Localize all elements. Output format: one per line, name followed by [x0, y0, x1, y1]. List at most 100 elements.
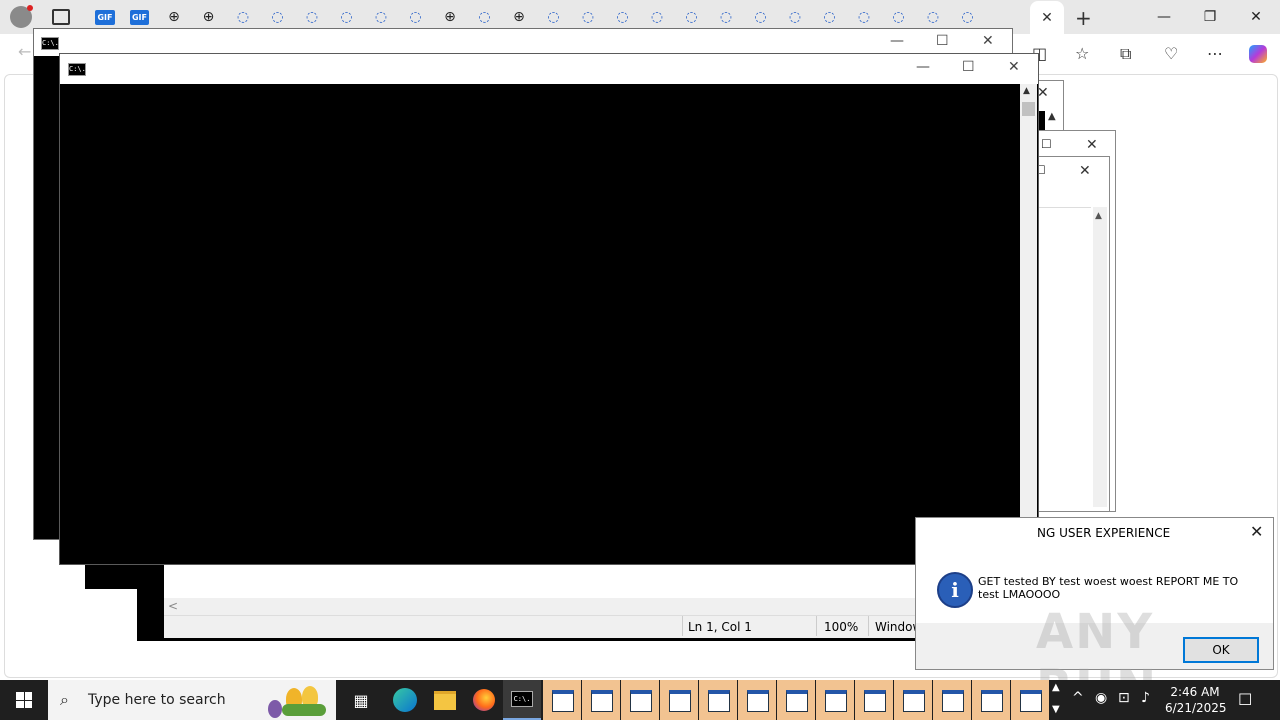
- loading-tab-icon[interactable]: ◌: [882, 5, 916, 29]
- background-notepad-window: ☐ ✕ ▲: [1030, 156, 1110, 512]
- loading-tab-icon[interactable]: ◌: [606, 5, 640, 29]
- loading-tab-icon[interactable]: ◌: [261, 5, 295, 29]
- collections-icon[interactable]: ⧉: [1120, 44, 1131, 64]
- copilot-icon[interactable]: [1249, 45, 1267, 63]
- window-icon: [825, 690, 847, 712]
- browser-restore-button[interactable]: ❐: [1187, 6, 1233, 28]
- vertical-scrollbar[interactable]: [1020, 84, 1037, 563]
- scroll-up-icon[interactable]: ▲: [1048, 111, 1056, 122]
- show-hidden-icons-icon[interactable]: ^: [1072, 690, 1084, 706]
- taskbar-window-button[interactable]: [543, 680, 581, 720]
- loading-tab-icon[interactable]: ◌: [364, 5, 398, 29]
- minimize-button[interactable]: —: [890, 33, 904, 49]
- globe-tab-icon[interactable]: ⊕: [502, 5, 536, 29]
- loading-tab-icon[interactable]: ◌: [399, 5, 433, 29]
- start-button[interactable]: [0, 680, 48, 720]
- gif-tab-icon[interactable]: GIF: [123, 5, 157, 29]
- taskbar-scroll-up-icon[interactable]: ▲: [1052, 682, 1060, 693]
- loading-tab-icon[interactable]: ◌: [709, 5, 743, 29]
- info-icon: i: [937, 572, 973, 608]
- clock-time: 2:46 AM: [1170, 685, 1220, 699]
- action-center-icon[interactable]: ☐: [1238, 690, 1252, 709]
- taskbar-window-button[interactable]: [582, 680, 620, 720]
- edge-icon[interactable]: [386, 680, 424, 720]
- close-icon[interactable]: ✕: [1079, 163, 1091, 179]
- loading-tab-icon[interactable]: ◌: [640, 5, 674, 29]
- scroll-left-icon[interactable]: <: [168, 599, 178, 613]
- taskbar-window-button[interactable]: [738, 680, 776, 720]
- meet-now-icon[interactable]: ◉: [1095, 690, 1107, 706]
- window-fragment: [85, 563, 137, 589]
- gif-tab-icon[interactable]: GIF: [88, 5, 122, 29]
- globe-tab-icon[interactable]: ⊕: [192, 5, 226, 29]
- back-arrow-icon[interactable]: ←: [18, 42, 31, 61]
- loading-tab-icon[interactable]: ◌: [951, 5, 985, 29]
- firefox-icon[interactable]: [465, 680, 503, 720]
- maximize-button[interactable]: ☐: [962, 59, 975, 75]
- horizontal-scrollbar[interactable]: <: [164, 598, 924, 615]
- taskbar-window-button[interactable]: [699, 680, 737, 720]
- clock[interactable]: 2:46 AM 6/21/2025: [1165, 684, 1227, 716]
- scroll-up-icon[interactable]: ▲: [1023, 86, 1030, 96]
- more-icon[interactable]: ⋯: [1207, 44, 1223, 63]
- taskbar-window-button[interactable]: [855, 680, 893, 720]
- volume-icon[interactable]: ♪: [1141, 690, 1150, 706]
- loading-tab-icon[interactable]: ◌: [813, 5, 847, 29]
- vertical-scrollbar[interactable]: [1093, 207, 1107, 507]
- search-placeholder: Type here to search: [88, 692, 226, 708]
- loading-tab-icon[interactable]: ◌: [295, 5, 329, 29]
- browser-minimize-button[interactable]: —: [1141, 6, 1187, 28]
- globe-tab-icon[interactable]: ⊕: [157, 5, 191, 29]
- taskbar-window-button[interactable]: [933, 680, 971, 720]
- maximize-button[interactable]: ☐: [936, 33, 949, 49]
- message-box-title: NG USER EXPERIENCE: [1037, 526, 1171, 540]
- message-text: GET tested BY test woest woest REPORT ME…: [978, 575, 1239, 601]
- taskbar-window-button[interactable]: [1011, 680, 1049, 720]
- maximize-icon[interactable]: ☐: [1041, 137, 1052, 151]
- tab-actions-icon[interactable]: [52, 9, 70, 25]
- taskbar-window-button[interactable]: [894, 680, 932, 720]
- file-explorer-icon[interactable]: [426, 680, 464, 720]
- close-icon[interactable]: ✕: [1086, 137, 1098, 153]
- taskbar-scroll-down-icon[interactable]: ▼: [1052, 704, 1060, 715]
- browser-essentials-icon[interactable]: ♡: [1164, 44, 1178, 63]
- loading-tab-icon[interactable]: ◌: [226, 5, 260, 29]
- task-view-icon[interactable]: ▦: [342, 680, 380, 720]
- console-titlebar[interactable]: C:\. — ☐ ✕: [60, 54, 1038, 84]
- close-button[interactable]: ✕: [1008, 59, 1020, 75]
- loading-tab-icon[interactable]: ◌: [537, 5, 571, 29]
- loading-tab-icon[interactable]: ◌: [468, 5, 502, 29]
- close-icon[interactable]: ✕: [1250, 522, 1263, 541]
- globe-tab-icon[interactable]: ⊕: [433, 5, 467, 29]
- windows-logo-icon: [16, 692, 32, 708]
- close-button[interactable]: ✕: [982, 33, 994, 49]
- notepad-status-bar: Ln 1, Col 1 100% Window: [164, 615, 924, 638]
- loading-tab-icon[interactable]: ◌: [675, 5, 709, 29]
- browser-close-button[interactable]: ✕: [1233, 6, 1279, 28]
- loading-tab-icon[interactable]: ◌: [330, 5, 364, 29]
- taskbar-window-button[interactable]: [777, 680, 815, 720]
- notepad-edit-area[interactable]: [164, 563, 924, 598]
- taskbar-window-button[interactable]: [816, 680, 854, 720]
- loading-tab-icon[interactable]: ◌: [571, 5, 605, 29]
- taskbar-window-button[interactable]: [621, 680, 659, 720]
- taskbar-window-button[interactable]: [660, 680, 698, 720]
- loading-tab-icon[interactable]: ◌: [778, 5, 812, 29]
- favorite-icon[interactable]: ☆: [1075, 44, 1089, 63]
- loading-tab-icon[interactable]: ◌: [847, 5, 881, 29]
- scrollbar-thumb[interactable]: [1022, 102, 1035, 116]
- scroll-up-icon[interactable]: ▲: [1095, 211, 1102, 221]
- loading-tab-icon[interactable]: ◌: [744, 5, 778, 29]
- console-output[interactable]: [60, 84, 1020, 563]
- loading-tab-icon[interactable]: ◌: [916, 5, 950, 29]
- network-icon[interactable]: ⊡: [1118, 690, 1130, 706]
- console-titlebar[interactable]: C:\. — ☐ ✕: [34, 29, 1012, 56]
- tab-close-icon[interactable]: ✕: [1041, 10, 1053, 26]
- cmd-taskbar-button[interactable]: C:\.: [503, 680, 541, 720]
- active-tab[interactable]: ✕: [1030, 1, 1064, 34]
- new-tab-button[interactable]: +: [1075, 6, 1092, 30]
- window-icon: [864, 690, 886, 712]
- notepad-edit-area[interactable]: [1039, 207, 1091, 508]
- taskbar-window-button[interactable]: [972, 680, 1010, 720]
- minimize-button[interactable]: —: [916, 59, 930, 75]
